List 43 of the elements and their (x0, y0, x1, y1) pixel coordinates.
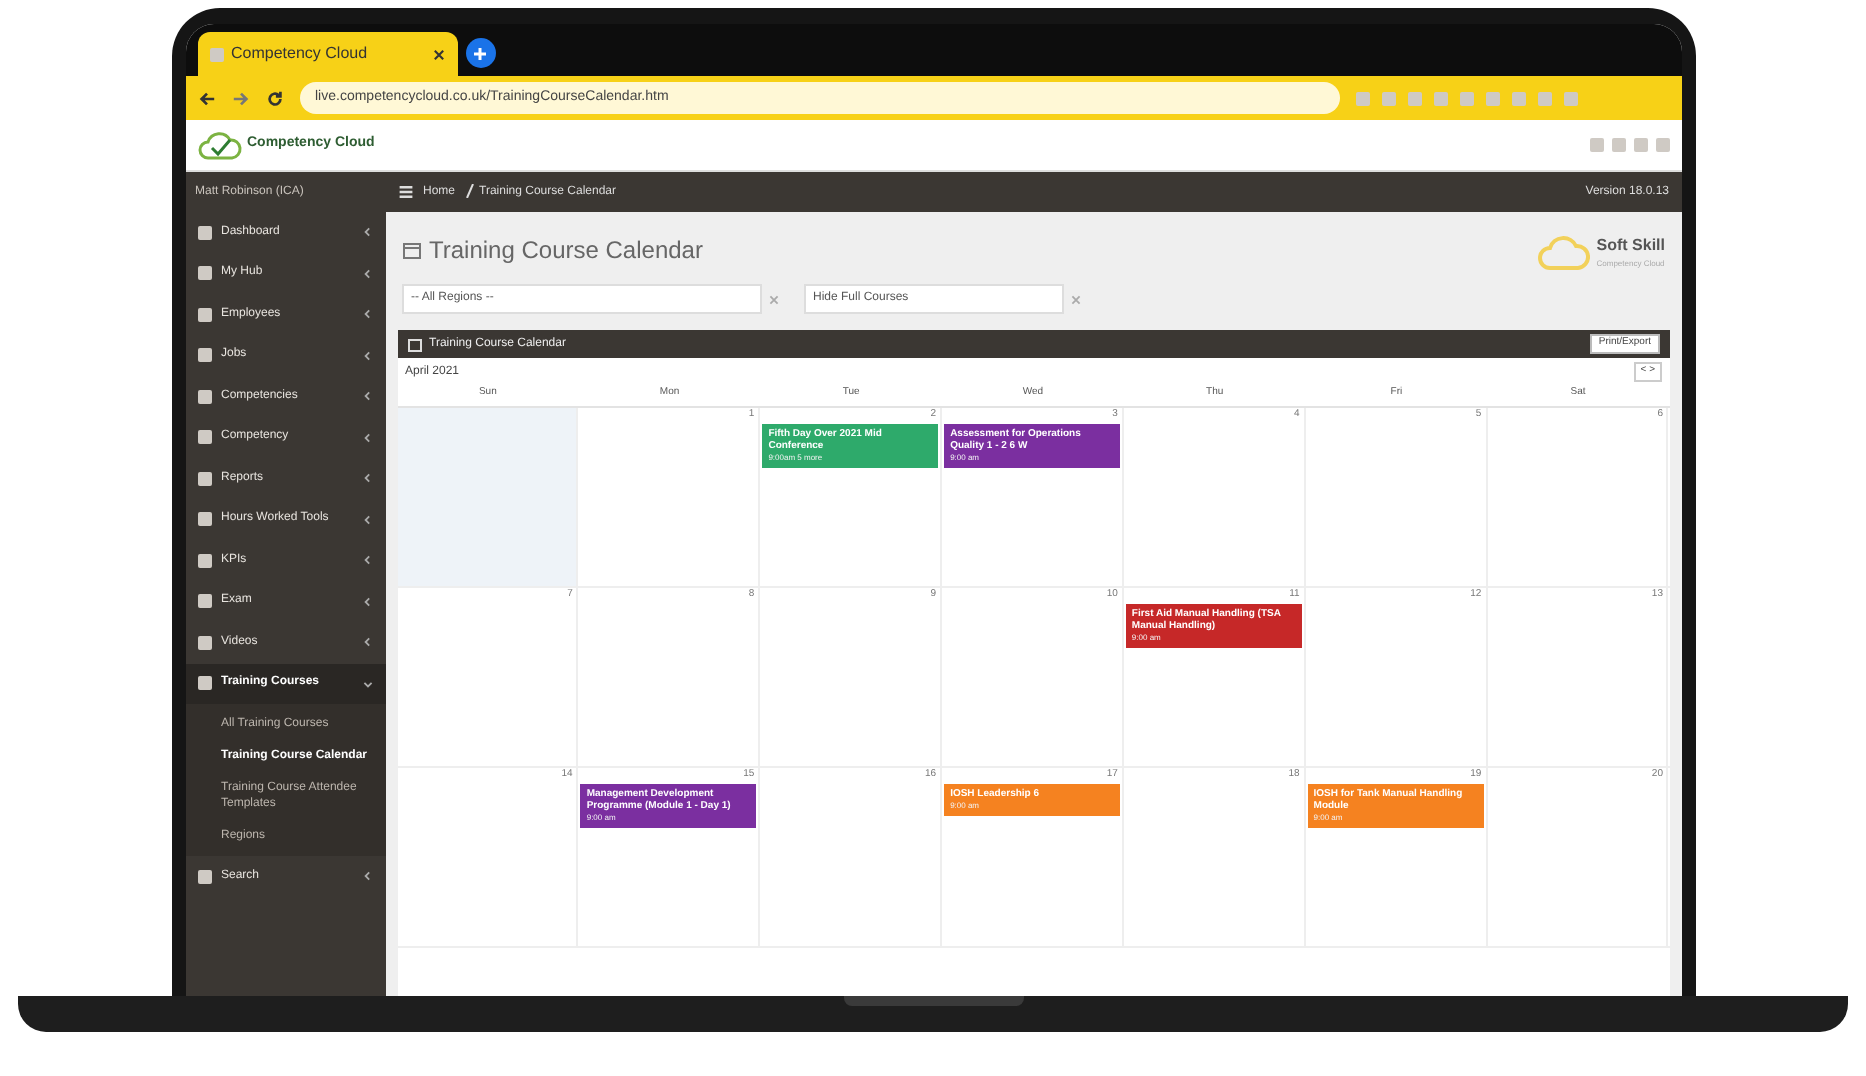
close-icon[interactable] (431, 47, 445, 61)
new-tab-button[interactable] (465, 38, 495, 68)
menu-item-icon (197, 389, 211, 404)
chevron-left-icon[interactable] (361, 431, 373, 444)
chevron-left-icon[interactable] (361, 870, 373, 883)
cloud-logo-icon (1538, 232, 1591, 272)
plus-icon (472, 45, 488, 61)
menu-item-icon (197, 430, 211, 445)
menu-item-icon (197, 553, 211, 568)
brand-name: Soft Skill (1596, 234, 1665, 258)
menu-item-icon (197, 307, 211, 322)
page-title: Training Course Calendar (429, 234, 703, 268)
chevron-left-icon[interactable] (361, 595, 373, 608)
tab-favicon-icon (209, 47, 223, 61)
menu-item-icon (197, 594, 211, 609)
menu-item-icon (197, 471, 211, 486)
chevron-down-icon[interactable] (361, 677, 373, 690)
back-arrow-icon[interactable] (197, 89, 215, 107)
chevron-left-icon[interactable] (361, 308, 373, 321)
menu-item-icon (197, 869, 211, 884)
chevron-left-icon[interactable] (361, 472, 373, 485)
reload-icon[interactable] (265, 89, 283, 107)
chevron-left-icon[interactable] (361, 513, 373, 526)
menu-item-icon (197, 348, 211, 363)
menu-item-icon (197, 676, 211, 691)
menu-icon[interactable] (397, 184, 413, 200)
forward-arrow-icon[interactable] (231, 89, 249, 107)
menu-item-icon (197, 512, 211, 527)
menu-item-icon (197, 635, 211, 650)
calendar-day-cell[interactable] (397, 408, 579, 586)
cloud-logo-icon (197, 129, 241, 161)
separator-icon (465, 183, 474, 197)
calendar-icon (401, 240, 421, 260)
chevron-left-icon[interactable] (361, 226, 373, 239)
calendar-icon (407, 337, 421, 351)
chevron-left-icon[interactable] (361, 349, 373, 362)
browser-tab[interactable]: Competency Cloud (197, 32, 457, 76)
chevron-left-icon[interactable] (361, 267, 373, 280)
menu-item-icon (197, 266, 211, 281)
chevron-left-icon[interactable] (361, 390, 373, 403)
chevron-left-icon[interactable] (361, 554, 373, 567)
menu-item-icon (197, 225, 211, 240)
chevron-left-icon[interactable] (361, 636, 373, 649)
